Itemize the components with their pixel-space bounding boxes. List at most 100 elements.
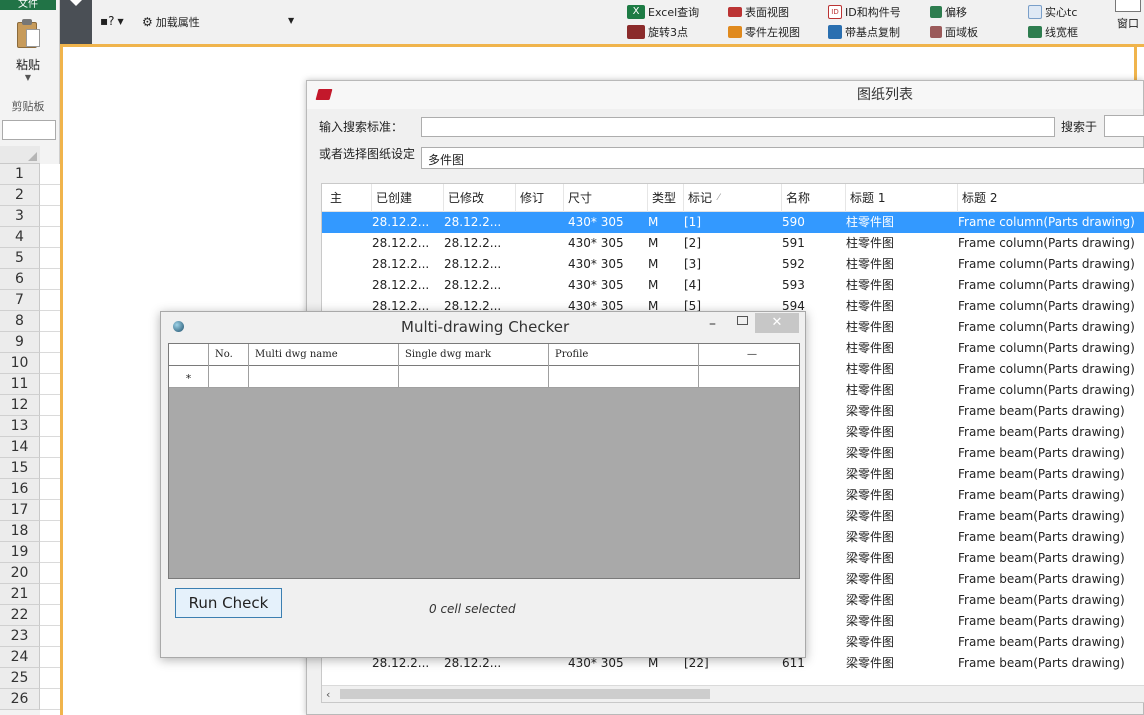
table-row[interactable]: 28.12.2... 28.12.2... 430* 305 M [2] 591 柱零件图 F…	[322, 233, 1144, 254]
solid-button[interactable]: 实心tc	[1028, 4, 1077, 20]
row-title1: 梁零件图	[846, 488, 895, 502]
window-button[interactable]: 窗口	[1112, 0, 1144, 44]
chevron-down-icon[interactable]: ▼	[6, 73, 50, 82]
col-size-header[interactable]: 尺寸	[564, 184, 648, 212]
row-header[interactable]: 12	[0, 395, 40, 416]
surface-view-button[interactable]: 表面视图	[728, 4, 789, 20]
id-part-number-button[interactable]: ID ID和构件号	[828, 4, 901, 20]
row-title1: 梁零件图	[846, 572, 895, 586]
row-header[interactable]: 6	[0, 269, 40, 290]
col-mark-header[interactable]: 标记	[684, 184, 782, 212]
search-in-select[interactable]	[1104, 115, 1144, 137]
col-revision-header[interactable]: 修订	[516, 184, 564, 212]
offset-button[interactable]: 偏移	[930, 4, 967, 20]
new-row-cell[interactable]	[209, 366, 249, 388]
col-title2-header[interactable]: 标题 2	[958, 184, 1144, 212]
row-header[interactable]: 16	[0, 479, 40, 500]
base-point-copy-button[interactable]: 带基点复制	[828, 24, 900, 40]
excel-sidebar: 文件 粘贴 ▼ 剪贴板 1 2 3 4 5 6 7 8 9 10 11 12 13 14 15 16 17 18 1…	[0, 0, 60, 715]
row-header[interactable]: 4	[0, 227, 40, 248]
row-header[interactable]: 7	[0, 290, 40, 311]
row-header[interactable]: 9	[0, 332, 40, 353]
run-check-button[interactable]: Run Check	[175, 588, 282, 618]
checker-new-row[interactable]: *	[169, 366, 799, 388]
col-profile-header[interactable]: Profile	[549, 344, 699, 366]
row-header[interactable]: 17	[0, 500, 40, 521]
new-row-cell[interactable]	[699, 366, 799, 388]
row-header[interactable]: 1	[0, 164, 40, 185]
row-mark: [2]	[684, 236, 701, 250]
scroll-thumb[interactable]	[340, 689, 710, 699]
checker-titlebar[interactable]: Multi-drawing Checker – ✕	[161, 312, 805, 340]
face-plate-button[interactable]: 面域板	[930, 24, 978, 40]
scroll-left-icon[interactable]: ‹	[326, 686, 330, 702]
col-title1-header[interactable]: 标题 1	[846, 184, 958, 212]
row-header[interactable]: 8	[0, 311, 40, 332]
row-title1: 柱零件图	[846, 215, 895, 229]
row-header[interactable]: 25	[0, 668, 40, 689]
row-header[interactable]: 15	[0, 458, 40, 479]
rotate-3-points-button[interactable]: 旋转3点	[627, 24, 688, 40]
part-left-view-button[interactable]: 零件左视图	[728, 24, 800, 40]
col-type-header[interactable]: 类型	[648, 184, 684, 212]
new-row-cell[interactable]	[549, 366, 699, 388]
row-title1: 梁零件图	[846, 467, 895, 481]
table-row[interactable]: 28.12.2... 28.12.2... 430* 305 M [1] 590 柱零件图 F…	[322, 212, 1144, 233]
new-row-cell[interactable]	[249, 366, 399, 388]
ribbon-collapse[interactable]	[60, 0, 92, 44]
col-modified-header[interactable]: 已修改	[444, 184, 516, 212]
col-name-header[interactable]: 名称	[782, 184, 846, 212]
table-row[interactable]: 28.12.2... 28.12.2... 430* 305 M [4] 593 柱零件图 F…	[322, 275, 1144, 296]
row-title1: 梁零件图	[846, 530, 895, 544]
file-tab[interactable]: 文件	[0, 0, 56, 10]
close-button[interactable]: ✕	[755, 313, 799, 333]
col-extra-header[interactable]: —	[699, 344, 799, 366]
checker-app-icon	[173, 321, 184, 332]
minimize-button[interactable]: –	[709, 316, 716, 332]
load-properties-dropdown[interactable]: ▼	[288, 16, 294, 25]
row-header[interactable]: 10	[0, 353, 40, 374]
row-mark: [4]	[684, 278, 701, 292]
select-all-corner[interactable]	[0, 146, 40, 164]
table-row[interactable]: 28.12.2... 28.12.2... 430* 305 M [3] 592 柱零件图 F…	[322, 254, 1144, 275]
col-single-dwg-mark-header[interactable]: Single dwg mark	[399, 344, 549, 366]
paste-button[interactable]: 粘贴 ▼	[6, 18, 50, 90]
load-properties-button[interactable]: ⚙ 加载属性	[142, 14, 200, 30]
row-header[interactable]: 13	[0, 416, 40, 437]
checker-grid[interactable]: No. Multi dwg name Single dwg mark Profile —…	[168, 343, 800, 579]
sheet-cells[interactable]	[40, 164, 60, 715]
row-header[interactable]: 5	[0, 248, 40, 269]
row-title2: Frame column(Parts drawing)	[958, 320, 1135, 334]
col-multi-dwg-name-header[interactable]: Multi dwg name	[249, 344, 399, 366]
row-header[interactable]: 23	[0, 626, 40, 647]
col-created-header[interactable]: 已创建	[372, 184, 444, 212]
row-header[interactable]: 3	[0, 206, 40, 227]
row-header[interactable]: 21	[0, 584, 40, 605]
row-header[interactable]: 24	[0, 647, 40, 668]
row-header[interactable]: 14	[0, 437, 40, 458]
row-header[interactable]: 11	[0, 374, 40, 395]
row-header[interactable]: 2	[0, 185, 40, 206]
clipboard-icon	[15, 18, 41, 50]
search-input[interactable]	[421, 117, 1055, 137]
row-header[interactable]: 19	[0, 542, 40, 563]
clipboard-group-label: 剪贴板	[11, 100, 45, 113]
property-tool-button[interactable]: ▪? ▼	[100, 14, 124, 28]
new-row-cell[interactable]	[399, 366, 549, 388]
row-header[interactable]: 20	[0, 563, 40, 584]
excel-query-button[interactable]: X Excel查询	[627, 4, 699, 20]
row-header[interactable]: 22	[0, 605, 40, 626]
drawing-list-titlebar[interactable]: 图纸列表	[307, 81, 1143, 109]
drawing-set-select[interactable]: 多件图	[421, 147, 1144, 169]
col-main-header[interactable]: 主	[326, 184, 372, 212]
row-header[interactable]: 26	[0, 689, 40, 710]
maximize-button[interactable]	[737, 316, 748, 325]
multi-drawing-checker-window: Multi-drawing Checker – ✕ No. Multi dwg n…	[160, 311, 806, 658]
row-type: M	[648, 215, 659, 229]
name-box[interactable]	[2, 120, 56, 140]
line-width-button[interactable]: 线宽框	[1028, 24, 1078, 40]
row-header[interactable]: 18	[0, 521, 40, 542]
col-no-header[interactable]: No.	[209, 344, 249, 366]
horizontal-scrollbar[interactable]: ‹	[322, 685, 1144, 702]
row-title2: Frame beam(Parts drawing)	[958, 530, 1125, 544]
